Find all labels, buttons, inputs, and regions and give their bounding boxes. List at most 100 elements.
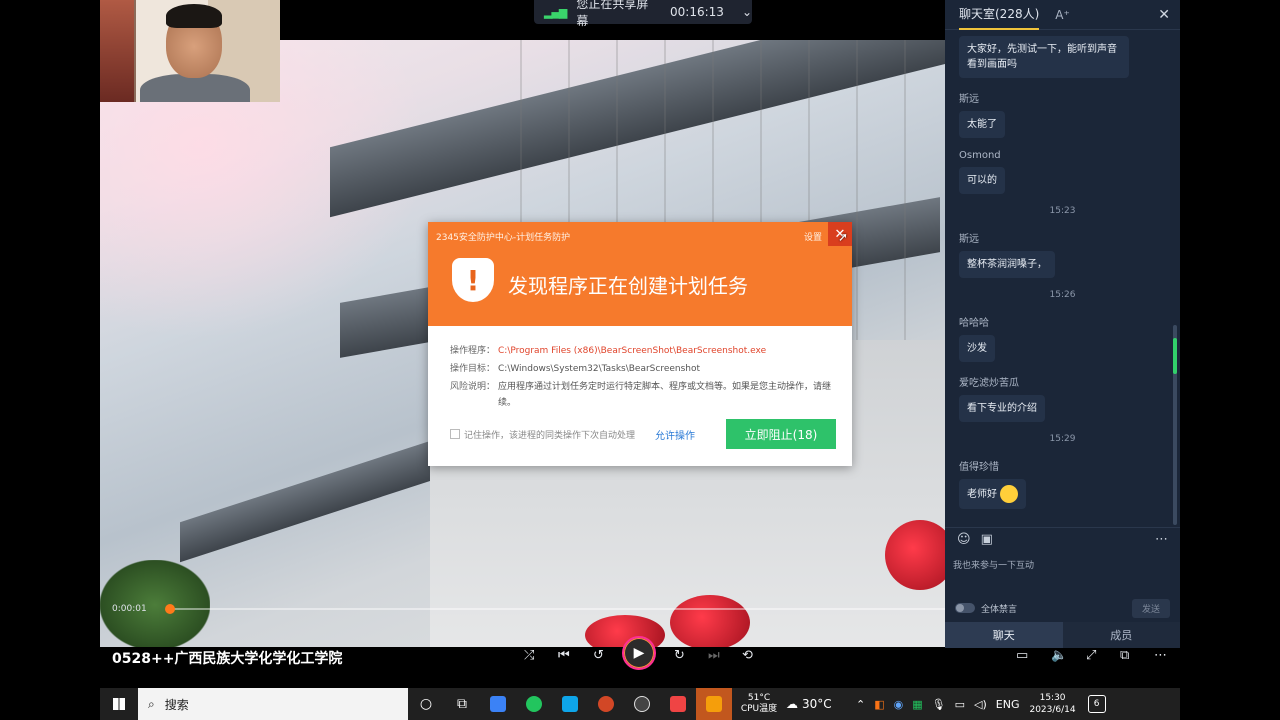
- detail-value: C:\Windows\System32\Tasks\BearScreenshot: [498, 364, 701, 374]
- message-list[interactable]: 大家好，先测试一下，能听到声音看到画面吗 斯远 太能了 Osmond 可以的 15:23 斯…: [945, 30, 1180, 527]
- chat-message: 斯远整杯茶润润嗓子，: [959, 230, 1166, 278]
- send-button[interactable]: 发送: [1131, 598, 1170, 618]
- battery-icon[interactable]: ▭: [955, 698, 965, 711]
- remember-label: 记住操作，该进程的同类操作下次自动处理: [464, 430, 636, 441]
- play-button[interactable]: ▶: [622, 636, 656, 670]
- taskbar-clock[interactable]: 15:30 2023/6/14: [1029, 692, 1075, 716]
- more-icon[interactable]: ⋯: [1155, 532, 1168, 547]
- weather-widget[interactable]: ☁ 30°C: [786, 697, 850, 711]
- emoji-icon[interactable]: ☺: [957, 532, 971, 547]
- chat-message: 斯远 太能了: [959, 90, 1166, 138]
- chat-header: 聊天室(228人) A⁺ ✕: [945, 0, 1180, 30]
- security-dialog: 2345安全防护中心-计划任务防护 设置 ✕ ➚ ! 发现程序正在创建计划任务 …: [428, 222, 852, 466]
- weather-temp: 30°C: [802, 697, 832, 711]
- mute-all-toggle[interactable]: [955, 603, 975, 613]
- sender-name[interactable]: 爱吃滤炒苦瓜: [959, 374, 1166, 389]
- search-label: 搜索: [164, 697, 189, 712]
- screen: ▂▄▆ 您正在共享屏幕 00:16:13 ⌄ 聊天室(228人) A⁺ ✕ 大家…: [0, 0, 1280, 720]
- share-status: 您正在共享屏幕: [576, 0, 649, 28]
- message-text: 整杯茶润润嗓子，: [967, 259, 1047, 270]
- tray-app-icon[interactable]: ▦: [912, 698, 922, 711]
- task-view-icon[interactable]: ⧉: [444, 696, 480, 712]
- detail-row: 操作程序： C:\Program Files (x86)\BearScreenS…: [450, 342, 834, 360]
- signal-icon: ▂▄▆: [544, 5, 567, 19]
- app-feishu-icon[interactable]: [480, 696, 516, 712]
- block-button[interactable]: 立即阻止(18): [726, 419, 836, 449]
- current-time: 0:00:01: [112, 604, 147, 614]
- search-icon: ⌕: [148, 696, 155, 711]
- mute-all-label: 全体禁言: [981, 604, 1018, 615]
- app-wechat-icon[interactable]: [516, 696, 552, 712]
- close-icon[interactable]: ✕: [1158, 7, 1170, 23]
- sender-name[interactable]: 斯远: [959, 230, 1166, 245]
- tray-app-icon[interactable]: ◉: [894, 698, 904, 711]
- app-classin-icon[interactable]: [696, 688, 732, 720]
- system-tray: ⌃ ◧ ◉ ▦ 🎙 ▭ ◁) ENG: [856, 698, 1019, 711]
- app-photos-icon[interactable]: [552, 696, 588, 712]
- chevron-up-icon[interactable]: ⌃: [856, 698, 865, 711]
- app-recorder-icon[interactable]: [660, 696, 696, 712]
- chat-message: 值得珍惜老师好: [959, 458, 1166, 509]
- progress-track[interactable]: [170, 608, 945, 610]
- previous-icon[interactable]: ⏮: [558, 648, 570, 663]
- cortana-icon[interactable]: ○: [408, 696, 444, 712]
- cpu-temperature[interactable]: 51°C CPU温度: [732, 693, 786, 715]
- scrollbar-thumb[interactable]: [1173, 338, 1177, 374]
- message-text: 大家好，先测试一下，能听到声音看到画面吗: [967, 44, 1117, 70]
- message-bubble: 沙发: [959, 335, 995, 362]
- detail-key: 风险说明：: [450, 382, 496, 392]
- message-text: 看下专业的介绍: [967, 403, 1037, 414]
- sender-name[interactable]: 斯远: [959, 90, 1166, 105]
- tab-members[interactable]: 成员: [1062, 622, 1180, 648]
- temple-roof-lower: [180, 437, 440, 563]
- message-bubble: 整杯茶润润嗓子，: [959, 251, 1055, 278]
- subtitle-icon[interactable]: ▭: [1016, 648, 1028, 663]
- chat-bottom-bar: 全体禁言 发送: [945, 596, 1180, 620]
- more-options-icon[interactable]: ⋯: [1154, 648, 1167, 663]
- tray-app-icon[interactable]: ◧: [874, 698, 884, 711]
- sender-name[interactable]: Osmond: [959, 150, 1166, 161]
- remember-checkbox[interactable]: [450, 429, 460, 439]
- message-bubble: 可以的: [959, 167, 1005, 194]
- rewind-icon[interactable]: ↺: [593, 648, 604, 663]
- message-text: 老师好: [967, 489, 997, 500]
- app-media-player-icon[interactable]: [624, 696, 660, 712]
- shuffle-icon[interactable]: ⤮: [524, 648, 534, 663]
- image-icon[interactable]: ▣: [981, 532, 993, 547]
- mouse-cursor-icon: ➚: [838, 230, 849, 244]
- allow-button[interactable]: 允许操作: [655, 427, 695, 442]
- speaker-icon[interactable]: ◁): [974, 698, 987, 711]
- font-size-button[interactable]: A⁺: [1055, 8, 1070, 22]
- microphone-icon[interactable]: 🎙: [932, 698, 946, 711]
- chat-input[interactable]: 我也来参与一下互动: [953, 558, 1173, 588]
- sender-name[interactable]: 值得珍惜: [959, 458, 1166, 473]
- app-powerpoint-icon[interactable]: [588, 696, 624, 712]
- next-icon[interactable]: ⏭: [708, 648, 720, 663]
- taskbar-search[interactable]: ⌕ 搜索: [138, 688, 408, 720]
- progress-handle[interactable]: [165, 604, 175, 614]
- picture-in-picture-icon[interactable]: ⧉: [1120, 648, 1129, 663]
- sender-name[interactable]: 哈哈哈: [959, 314, 1166, 329]
- red-lantern: [670, 595, 750, 647]
- tab-chat[interactable]: 聊天: [945, 622, 1063, 648]
- detail-key: 操作目标：: [450, 364, 496, 374]
- chat-toolbar: ☺ ▣ ⋯: [945, 527, 1180, 551]
- language-indicator[interactable]: ENG: [996, 698, 1020, 711]
- chat-message: 爱吃滤炒苦瓜看下专业的介绍: [959, 374, 1166, 422]
- chat-panel: 聊天室(228人) A⁺ ✕ 大家好，先测试一下，能听到声音看到画面吗斯远 太能了…: [945, 0, 1180, 648]
- detail-row: 操作目标： C:\Windows\System32\Tasks\BearScre…: [450, 360, 834, 378]
- chat-message: 哈哈哈 沙发: [959, 314, 1166, 362]
- timestamp: 15:26: [1049, 290, 1076, 300]
- detail-value: C:\Program Files (x86)\BearScreenShot\Be…: [498, 346, 767, 356]
- fullscreen-icon[interactable]: ⤢: [1086, 648, 1096, 663]
- notification-center-icon[interactable]: 6: [1087, 695, 1106, 713]
- webcam-view[interactable]: [100, 0, 280, 102]
- forward-icon[interactable]: ↻: [674, 648, 685, 663]
- start-button[interactable]: [100, 698, 138, 710]
- screen-share-bar[interactable]: ▂▄▆ 您正在共享屏幕 00:16:13 ⌄: [534, 0, 752, 28]
- volume-icon[interactable]: 🔈: [1051, 648, 1067, 663]
- clock-date: 2023/6/14: [1029, 705, 1076, 715]
- loop-off-icon[interactable]: ⟲: [742, 648, 753, 663]
- chevron-down-icon[interactable]: ⌄: [742, 5, 752, 19]
- settings-link[interactable]: 设置: [804, 230, 822, 243]
